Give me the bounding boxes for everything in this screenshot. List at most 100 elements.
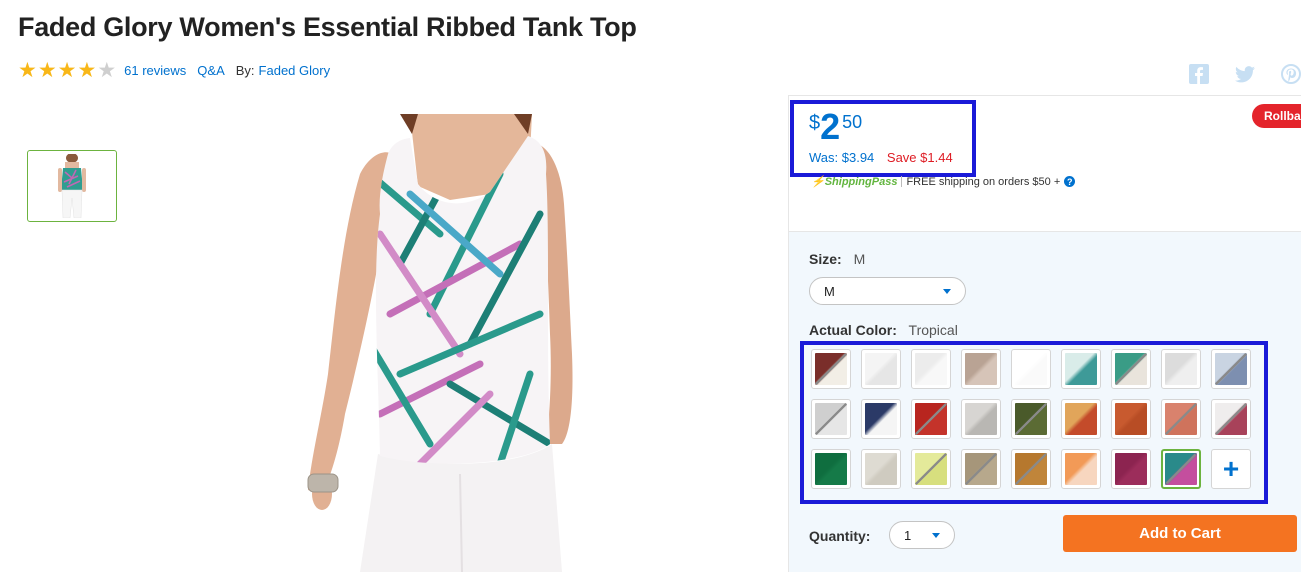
color-swatch-red[interactable] (911, 399, 951, 439)
swatch-pattern (815, 453, 847, 485)
color-swatch-light-grey[interactable] (1161, 349, 1201, 389)
star-icon: ★ (57, 59, 77, 82)
shipping-pass-label: ShippingPass (824, 176, 898, 188)
color-swatch-orange-stripe[interactable] (1061, 449, 1101, 489)
price-compare: Was: $3.94 Save $1.44 (809, 150, 953, 165)
color-swatch-coral[interactable] (1161, 399, 1201, 439)
size-value: M (853, 251, 866, 267)
color-swatch-blue-floral[interactable] (1211, 349, 1251, 389)
color-swatch-white-floral[interactable] (1211, 399, 1251, 439)
color-swatch-mustard[interactable] (1011, 449, 1051, 489)
swatch-pattern (1115, 453, 1147, 485)
rollback-badge: Rollback (1252, 104, 1301, 128)
price-cents: 50 (842, 112, 863, 132)
color-swatch-taupe-stripe[interactable] (961, 349, 1001, 389)
swatch-pattern (915, 353, 947, 385)
color-value: Tropical (908, 322, 958, 338)
unavailable-strike-icon (1114, 352, 1148, 386)
product-meta: ★ ★ ★ ★ ★ 61 reviews Q&A By: Faded Glory (18, 59, 341, 82)
star-icon: ★ (77, 59, 97, 82)
star-icon: ★ (37, 59, 57, 82)
product-main-image[interactable] (300, 114, 600, 572)
reviews-link[interactable]: 61 reviews (124, 63, 186, 78)
brand-link[interactable]: Faded Glory (259, 63, 331, 78)
savings: Save $1.44 (886, 150, 953, 165)
color-swatch-khaki[interactable] (961, 449, 1001, 489)
swatch-pattern (1015, 353, 1047, 385)
color-swatch-navy-white[interactable] (861, 399, 901, 439)
star-icon: ★ (97, 59, 117, 82)
more-colors-button[interactable]: + (1211, 449, 1251, 489)
swatch-pattern (865, 353, 897, 385)
unavailable-strike-icon (1014, 402, 1048, 436)
shipping-info: ⚡ShippingPass FREE shipping on orders $5… (811, 175, 1076, 188)
color-swatch-white-rib[interactable] (911, 349, 951, 389)
product-title: Faded Glory Women's Essential Ribbed Tan… (18, 12, 637, 42)
facebook-icon[interactable] (1189, 64, 1209, 84)
twitter-icon[interactable] (1235, 65, 1255, 83)
swatch-pattern (1065, 403, 1097, 435)
swatch-pattern (1065, 453, 1097, 485)
unavailable-strike-icon (1165, 453, 1197, 485)
unavailable-strike-icon (914, 402, 948, 436)
current-price: $ 2 50 (809, 108, 862, 146)
size-select[interactable]: M (809, 277, 966, 305)
star-icon: ★ (18, 59, 37, 82)
unavailable-strike-icon (814, 402, 848, 436)
color-swatch-rust[interactable] (1111, 399, 1151, 439)
color-swatch-grid: + (811, 349, 1251, 489)
unavailable-strike-icon (1214, 352, 1248, 386)
pinterest-icon[interactable] (1281, 64, 1301, 84)
was-price: Was: $3.94 (809, 150, 875, 165)
star-rating[interactable]: ★ ★ ★ ★ ★ (18, 59, 117, 82)
swatch-pattern (1065, 353, 1097, 385)
color-label-row: Actual Color: Tropical (809, 322, 958, 338)
color-swatch-oatmeal[interactable] (861, 449, 901, 489)
tank-top-thumbnail-image (58, 154, 86, 218)
quantity-label: Quantity: (809, 528, 871, 544)
color-swatch-orange-ikat[interactable] (1061, 399, 1101, 439)
swatch-pattern (865, 453, 897, 485)
shipping-text: FREE shipping on orders $50 + (906, 175, 1061, 188)
unavailable-strike-icon (1164, 402, 1198, 436)
color-swatch-teal-ikat[interactable] (1111, 349, 1151, 389)
color-swatch-stripe-navy-red[interactable] (811, 349, 851, 389)
color-swatch-berry[interactable] (1111, 449, 1151, 489)
color-swatch-teal-leaf[interactable] (1061, 349, 1101, 389)
qa-link[interactable]: Q&A (197, 63, 224, 78)
swatch-pattern (1115, 403, 1147, 435)
size-label-row: Size: M (809, 251, 865, 267)
color-swatch-grey-camo[interactable] (961, 399, 1001, 439)
unavailable-strike-icon (1214, 402, 1248, 436)
unavailable-strike-icon (964, 452, 998, 486)
shipping-pass-logo: ⚡ShippingPass (811, 176, 898, 188)
unavailable-strike-icon (1014, 452, 1048, 486)
price-currency: $ (809, 112, 821, 134)
help-icon[interactable]: ? (1064, 176, 1076, 187)
color-label: Actual Color: (809, 322, 897, 338)
color-swatch-tropical[interactable] (1161, 449, 1201, 489)
by-label: By: (235, 63, 255, 78)
color-swatch-olive[interactable] (1011, 399, 1051, 439)
color-swatch-lime[interactable] (911, 449, 951, 489)
unavailable-strike-icon (914, 452, 948, 486)
product-thumbnail[interactable] (27, 150, 117, 222)
chevron-down-icon (943, 288, 951, 294)
swatch-pattern (1165, 353, 1197, 385)
color-swatch-grey-heather[interactable] (811, 399, 851, 439)
price-whole: 2 (820, 106, 841, 147)
quantity-value: 1 (904, 527, 912, 543)
color-swatch-green[interactable] (811, 449, 851, 489)
unavailable-strike-icon (814, 352, 848, 386)
swatch-pattern (865, 403, 897, 435)
size-select-value: M (824, 283, 835, 299)
swatch-pattern (965, 353, 997, 385)
color-swatch-white-print[interactable] (861, 349, 901, 389)
swatch-pattern (965, 403, 997, 435)
quantity-label-row: Quantity: (809, 528, 878, 544)
color-swatch-white[interactable] (1011, 349, 1051, 389)
add-to-cart-button[interactable]: Add to Cart (1063, 515, 1297, 552)
social-share (1189, 64, 1301, 84)
size-label: Size: (809, 251, 842, 267)
quantity-select[interactable]: 1 (889, 521, 955, 549)
